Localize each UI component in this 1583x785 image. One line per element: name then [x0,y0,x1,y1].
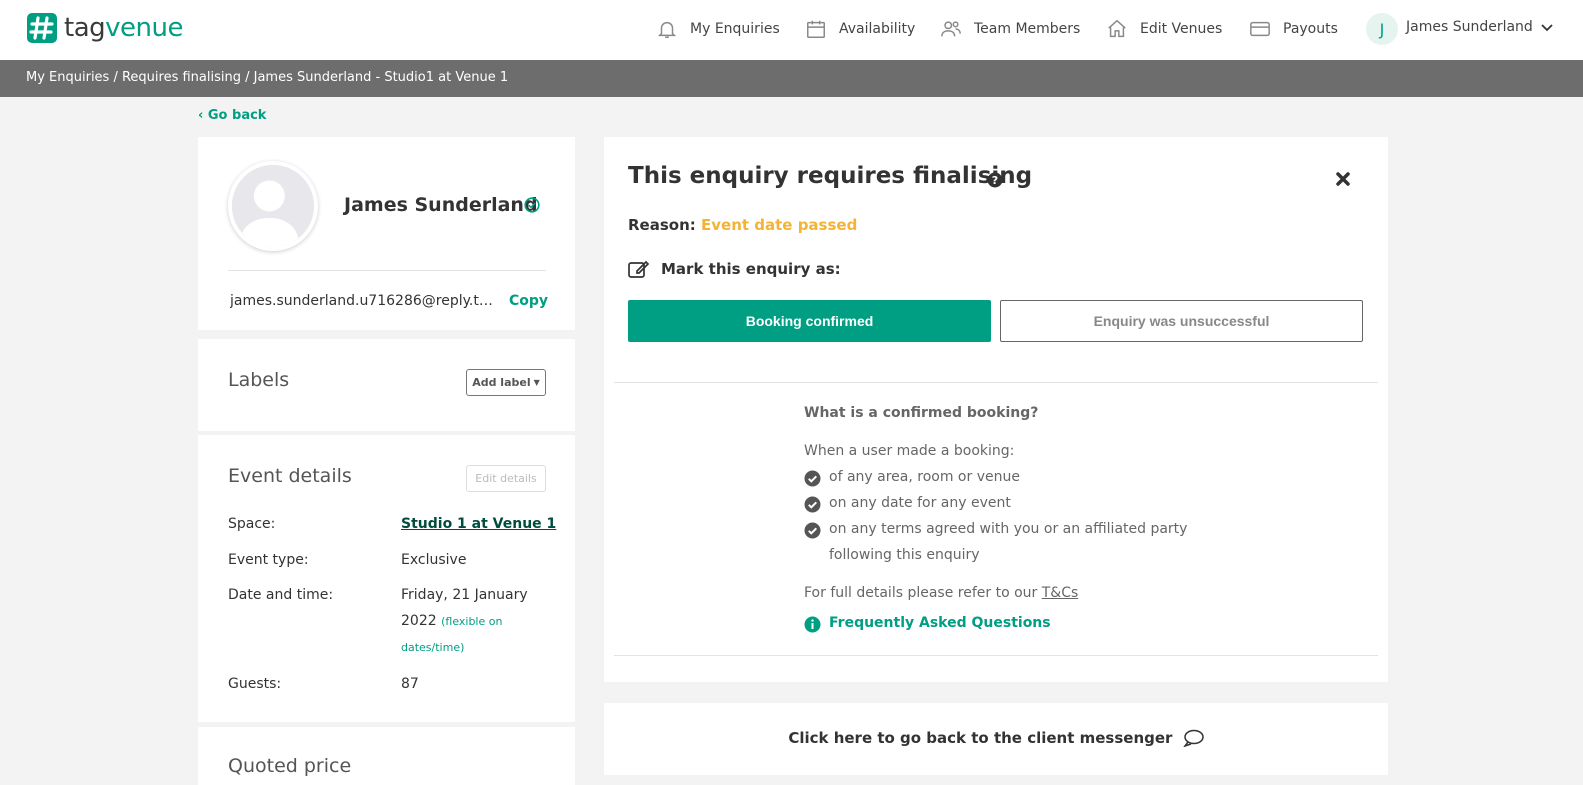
home-icon [1108,19,1126,38]
edit-details-button[interactable]: Edit details [466,465,546,492]
nav-payouts[interactable]: Payouts [1249,16,1338,42]
event-details-card: Event details Edit details Space: Studio… [198,435,575,722]
check-circle-icon [804,496,821,513]
check-circle-icon [804,470,821,487]
messenger-label: Click here to go back to the client mess… [788,729,1173,747]
bullet-text: on any date for any event [829,495,1011,511]
quoted-price-card: Quoted price [198,727,575,785]
breadcrumb[interactable]: My Enquiries / Requires finalising / Jam… [26,70,508,85]
messenger-card: Click here to go back to the client mess… [604,703,1388,775]
divider [614,655,1378,656]
enquiry-unsuccessful-button[interactable]: Enquiry was unsuccessful [1000,300,1363,342]
tcs-link[interactable]: T&Cs [1042,585,1079,601]
quoted-price-title: Quoted price [228,755,352,777]
help-question-icon[interactable]: ? [987,172,1003,188]
back-to-messenger-link[interactable]: Click here to go back to the client mess… [604,729,1388,748]
page-title: This enquiry requires finalising [628,163,1033,189]
finalise-enquiry-panel: This enquiry requires finalising ? Reaso… [604,137,1388,682]
bullet-text: on any terms agreed with you or an affil… [829,521,1188,537]
mark-as-label: Mark this enquiry as: [661,260,841,278]
hashtag-logo-icon [27,13,57,43]
nav-label: Availability [839,21,916,37]
breadcrumb-bar: My Enquiries / Requires finalising / Jam… [0,60,1583,97]
add-label-text: Add label [472,376,531,389]
event-type-value: Exclusive [401,552,467,568]
go-back-label: Go back [207,108,267,123]
event-details-title: Event details [228,465,352,487]
date-time-label: Date and time: [228,587,334,603]
caret-down-icon: ▼ [533,378,540,387]
date-line-2: 2022 (flexible on [401,613,502,629]
user-placeholder-icon [232,165,314,247]
users-icon [941,21,961,37]
space-link[interactable]: Studio 1 at Venue 1 [401,516,556,532]
verified-check-icon [524,197,540,213]
nav-label: Payouts [1283,21,1338,37]
event-type-label: Event type: [228,552,309,568]
add-label-button[interactable]: Add label ▼ [466,369,546,396]
logo-text: tagvenue [64,13,183,43]
guests-label: Guests: [228,676,282,692]
speech-bubble-icon [1182,729,1204,748]
bullet-text: of any area, room or venue [829,469,1020,485]
calendar-icon [807,20,825,38]
nav-label: Team Members [974,21,1081,37]
reason-line: Reason: Event date passed [628,216,857,234]
chevron-down-icon[interactable] [1540,20,1554,34]
avatar [228,161,318,251]
guests-value: 87 [401,676,419,692]
nav-edit-venues[interactable]: Edit Venues [1106,16,1222,42]
nav-label: My Enquiries [690,21,780,37]
reason-value: Event date passed [701,216,858,234]
user-avatar[interactable]: J [1366,13,1398,45]
bell-icon [657,21,677,38]
go-back-link[interactable]: ‹ Go back [198,108,266,123]
client-email: james.sunderland.u716286@reply.tagvenue.… [230,293,500,309]
top-navbar: tagvenue My Enquiries Availability Team … [0,0,1583,60]
date-line-1: Friday, 21 January [401,587,528,603]
labels-card: Labels Add label ▼ [198,339,575,431]
full-details-line: For full details please refer to our T&C… [804,585,1078,601]
reason-label: Reason: [628,216,696,234]
bullet-text: following this enquiry [829,547,980,563]
nav-label: Edit Venues [1140,21,1223,37]
flexible-note-2: dates/time) [401,641,465,654]
user-name[interactable]: James Sunderland [1406,19,1533,35]
svg-text:?: ? [992,174,998,187]
space-label: Space: [228,516,276,532]
flexible-note: (flexible on [441,615,503,628]
labels-title: Labels [228,369,290,391]
credit-card-icon [1250,21,1270,37]
check-circle-icon [804,522,821,539]
full-details-text: For full details please refer to our [804,585,1042,601]
confirmed-booking-heading: What is a confirmed booking? [804,405,1039,421]
copy-email-button[interactable]: Copy [509,293,548,309]
divider [228,270,546,271]
client-name: James Sunderland [344,194,538,216]
chevron-left-icon: ‹ [198,108,204,123]
close-icon[interactable] [1334,170,1352,188]
nav-availability[interactable]: Availability [805,16,915,42]
tagvenue-logo[interactable]: tagvenue [26,12,183,44]
booking-confirmed-button[interactable]: Booking confirmed [628,300,991,342]
faq-link[interactable]: Frequently Asked Questions [829,615,1051,631]
nav-my-enquiries[interactable]: My Enquiries [656,16,780,42]
divider [614,382,1378,383]
confirmed-booking-intro: When a user made a booking: [804,443,1015,459]
edit-icon [628,260,650,278]
nav-team-members[interactable]: Team Members [940,16,1080,42]
date-year: 2022 [401,613,437,629]
info-icon [804,616,821,633]
client-profile-card: James Sunderland james.sunderland.u71628… [198,137,575,330]
